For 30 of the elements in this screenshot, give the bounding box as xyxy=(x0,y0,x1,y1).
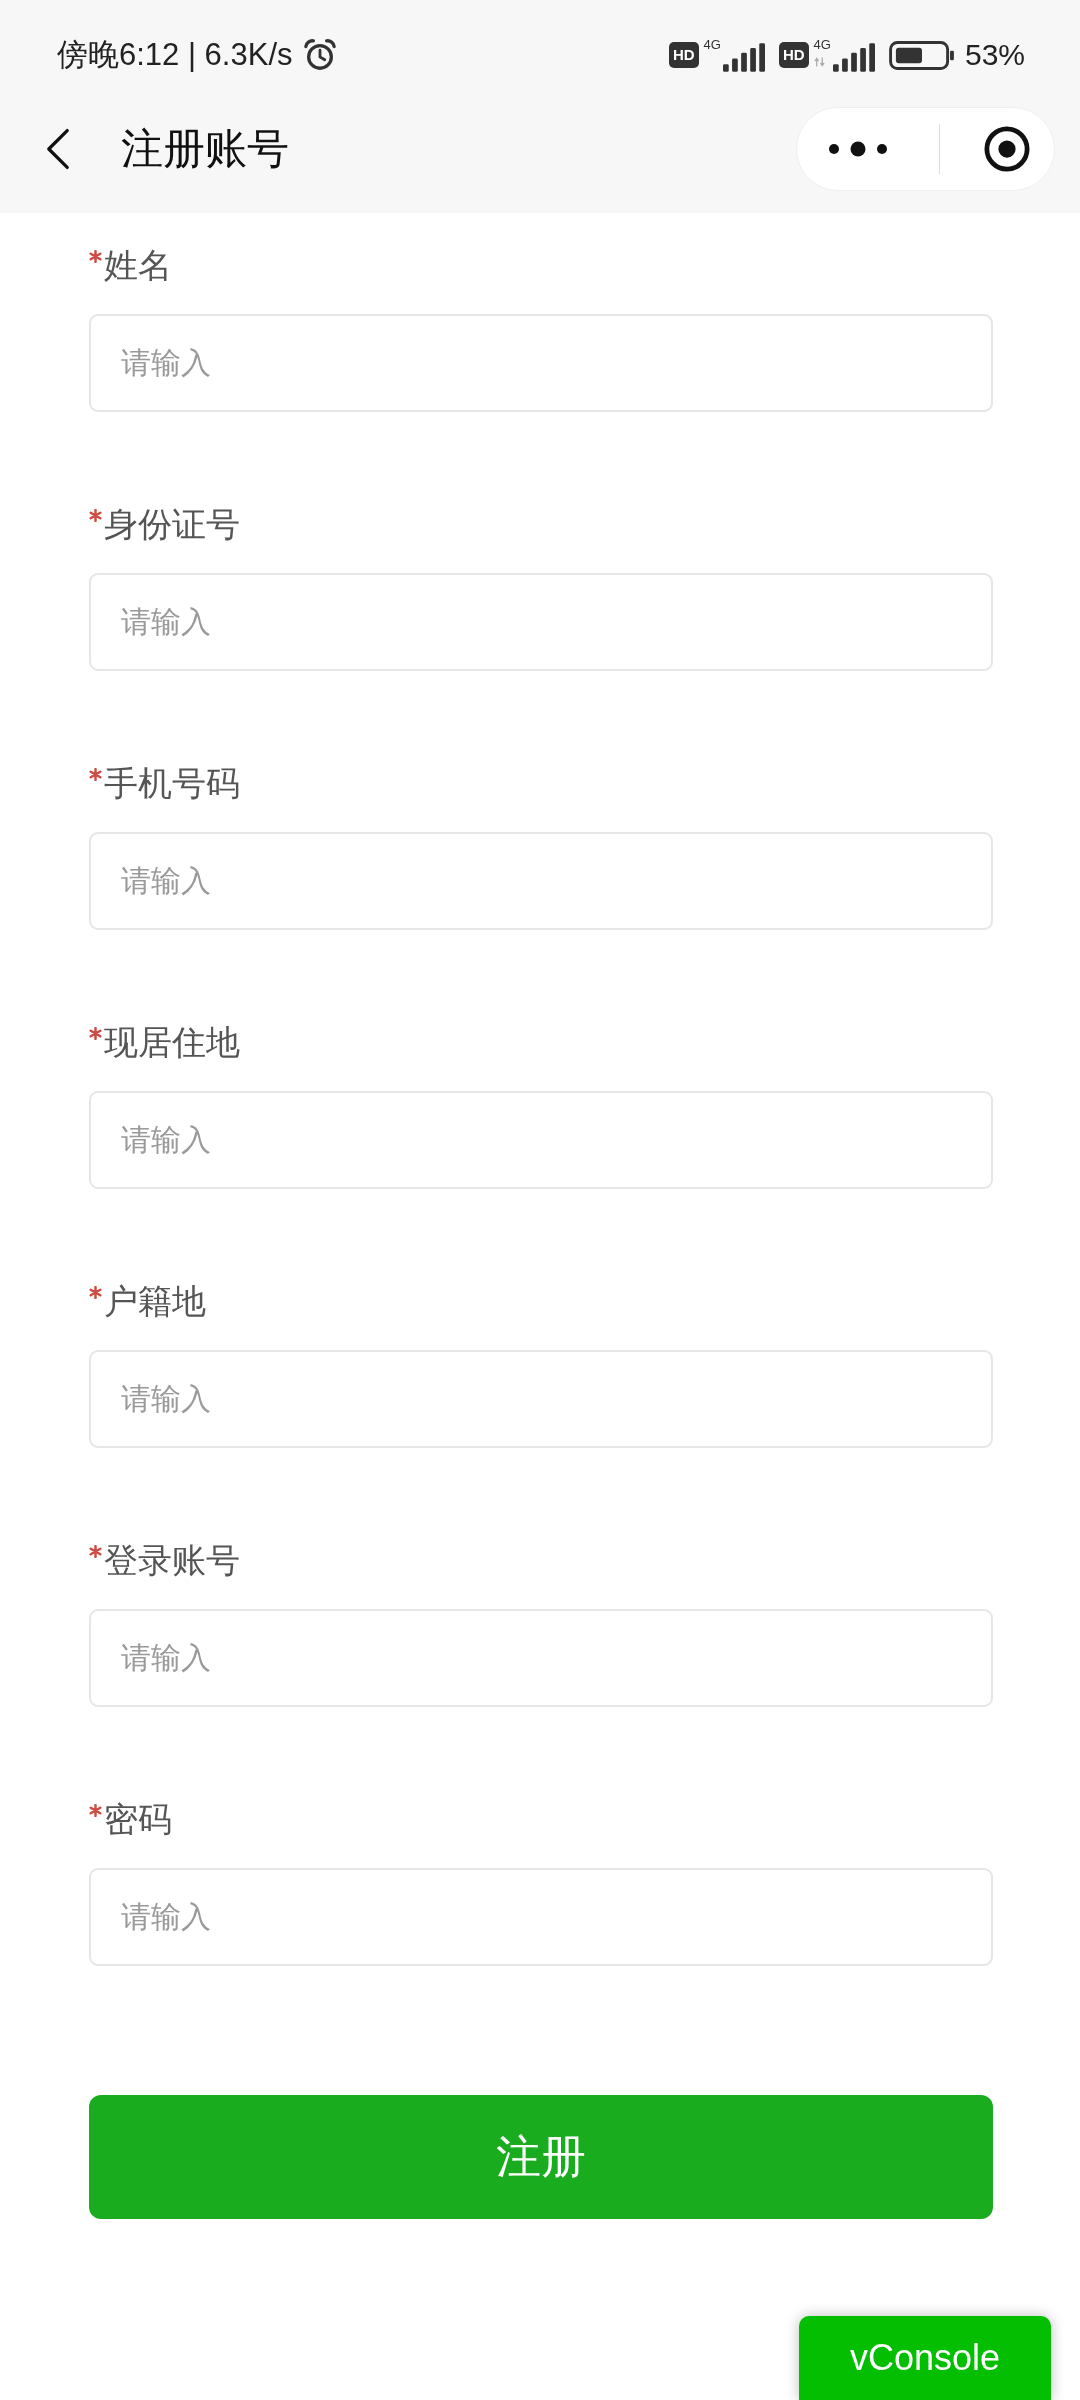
text-input-field[interactable]: 请输入 xyxy=(89,314,993,412)
status-time-speed: 傍晚6:12 | 6.3K/s xyxy=(57,36,293,74)
hd-badge: HD xyxy=(668,42,699,68)
text-input-field[interactable]: 请输入 xyxy=(89,832,993,930)
ring-dot-icon[interactable] xyxy=(984,126,1030,172)
register-button[interactable]: 注册 xyxy=(89,2095,993,2219)
back-icon[interactable] xyxy=(46,128,70,170)
field-label: 登录账号 xyxy=(104,1540,240,1581)
signal-bars-icon xyxy=(722,43,765,72)
field-label: 密码 xyxy=(104,1799,172,1840)
network-type-label: 4G xyxy=(813,38,831,52)
text-input-field[interactable]: 请输入 xyxy=(89,573,993,671)
hd-badge: HD xyxy=(778,42,809,68)
page-title: 注册账号 xyxy=(121,124,289,174)
text-input-field[interactable]: 请输入 xyxy=(89,1091,993,1189)
text-input-field[interactable]: 请输入 xyxy=(89,1609,993,1707)
field-label: 姓名 xyxy=(104,245,172,286)
field-label: 手机号码 xyxy=(104,763,240,804)
alarm-clock-icon xyxy=(302,38,337,72)
network-type-label: 4G xyxy=(703,38,721,52)
signal-bars-icon xyxy=(832,43,875,72)
battery-icon xyxy=(888,40,955,70)
more-icon[interactable] xyxy=(828,141,888,157)
text-input-field[interactable]: 请输入 xyxy=(89,1350,993,1448)
field-label: 现居住地 xyxy=(104,1022,240,1063)
battery-percent: 53% xyxy=(964,38,1025,72)
field-label: 户籍地 xyxy=(104,1281,206,1322)
vconsole-button[interactable]: vConsole xyxy=(799,2316,1051,2400)
field-label: 身份证号 xyxy=(104,504,240,545)
text-input-field[interactable]: 请输入 xyxy=(89,1868,993,1966)
